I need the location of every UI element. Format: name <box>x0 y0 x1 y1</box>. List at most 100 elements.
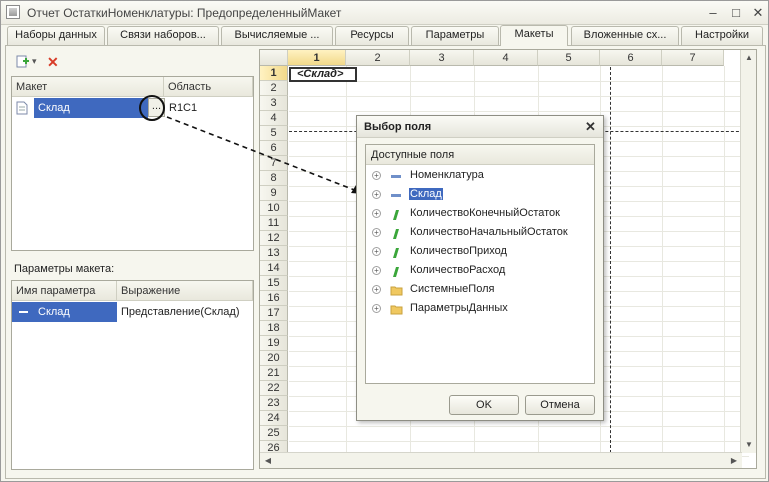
sheet-row-header[interactable]: 23 <box>260 396 288 411</box>
sheet-column-header[interactable]: 4 <box>474 50 538 66</box>
report-window: Отчет ОстаткиНоменклатуры: Предопределен… <box>0 0 769 482</box>
expand-icon[interactable]: + <box>372 247 381 256</box>
column-header-expression[interactable]: Выражение <box>117 281 253 301</box>
expand-icon[interactable]: + <box>372 228 381 237</box>
fields-header: Доступные поля <box>366 145 594 165</box>
sheet-row-header[interactable]: 16 <box>260 291 288 306</box>
app-icon <box>6 5 20 19</box>
field-label: КоличествоРасход <box>410 264 506 276</box>
params-label: Параметры макета: <box>14 263 115 275</box>
sheet-column-header[interactable]: 7 <box>662 50 724 66</box>
sheet-row-header[interactable]: 21 <box>260 366 288 381</box>
vertical-scrollbar[interactable]: ▲ ▼ <box>740 50 756 453</box>
sheet-row-header[interactable]: 20 <box>260 351 288 366</box>
tab-resources[interactable]: Ресурсы <box>335 26 409 45</box>
expand-icon[interactable]: + <box>372 171 381 180</box>
sheet-grid-line <box>289 96 749 97</box>
field-label: Номенклатура <box>410 169 484 181</box>
sheet-grid-line <box>289 426 749 427</box>
sheet-row-header[interactable]: 22 <box>260 381 288 396</box>
sheet-row-header[interactable]: 12 <box>260 231 288 246</box>
sheet-row-header[interactable]: 24 <box>260 411 288 426</box>
minimize-button[interactable]: – <box>704 4 722 22</box>
sheet-row-header[interactable]: 11 <box>260 216 288 231</box>
field-row[interactable]: + СистемныеПоля <box>366 281 594 300</box>
tab-bar: Наборы данных Связи наборов... Вычисляем… <box>5 25 766 46</box>
field-row[interactable]: + ПараметрыДанных <box>366 300 594 319</box>
maximize-button[interactable]: □ <box>727 4 745 22</box>
dialog-title-bar: Выбор поля ✕ <box>357 116 603 138</box>
layout-name-cell[interactable]: Склад <box>34 98 148 118</box>
callout-arrow <box>166 116 363 194</box>
horizontal-scrollbar[interactable]: ◀ ▶ <box>260 452 742 468</box>
title-bar: Отчет ОстаткиНоменклатуры: Предопределен… <box>1 1 768 25</box>
dimension-icon <box>390 171 402 184</box>
sheet-column-header[interactable]: 5 <box>538 50 600 66</box>
sheet-column-header[interactable]: 3 <box>410 50 474 66</box>
column-header-area[interactable]: Область <box>164 77 253 97</box>
add-icon <box>16 55 29 68</box>
delete-button[interactable]: ✕ <box>47 54 59 71</box>
sheet-grid-line <box>289 441 749 442</box>
sheet-row-header[interactable]: 17 <box>260 306 288 321</box>
page-break-vertical <box>610 67 611 453</box>
dialog-close-button[interactable]: ✕ <box>585 119 596 135</box>
expand-icon[interactable]: + <box>372 304 381 313</box>
field-label: ПараметрыДанных <box>410 302 508 314</box>
scroll-up-icon[interactable]: ▲ <box>741 50 756 66</box>
field-label: Склад <box>409 188 443 200</box>
sheet-column-header[interactable]: 6 <box>600 50 662 66</box>
sheet-row-header[interactable]: 3 <box>260 96 288 111</box>
sheet-row-header[interactable]: 25 <box>260 426 288 441</box>
sheet-row-header[interactable]: 18 <box>260 321 288 336</box>
sheet-corner <box>260 50 288 66</box>
expand-icon[interactable]: + <box>372 209 381 218</box>
sheet-row-header[interactable]: 10 <box>260 201 288 216</box>
params-table: Имя параметра Выражение Склад Представле… <box>11 280 254 470</box>
dialog-title: Выбор поля <box>364 121 432 133</box>
add-button[interactable] <box>16 55 30 71</box>
expand-icon[interactable]: + <box>372 190 381 199</box>
tab-nested-schemes[interactable]: Вложенные сх... <box>571 26 679 45</box>
resource-icon <box>390 209 402 224</box>
sheet-column-header[interactable]: 1 <box>288 50 346 66</box>
sheet-row-header[interactable]: 2 <box>260 81 288 96</box>
expand-icon[interactable]: + <box>372 285 381 294</box>
add-dropdown-icon[interactable]: ▾ <box>32 56 37 67</box>
field-row[interactable]: + КоличествоНачальныйОстаток <box>366 224 594 243</box>
window-title: Отчет ОстаткиНоменклатуры: Предопределен… <box>27 6 342 20</box>
field-row[interactable]: + КоличествоКонечныйОстаток <box>366 205 594 224</box>
sheet-column-header[interactable]: 2 <box>346 50 410 66</box>
scroll-down-icon[interactable]: ▼ <box>741 437 756 453</box>
available-fields-tree: Доступные поля + Номенклатура + Склад + Колич… <box>365 144 595 384</box>
tab-set-links[interactable]: Связи наборов... <box>107 26 219 45</box>
scroll-right-icon[interactable]: ▶ <box>726 453 742 468</box>
sheet-cell-r1c1[interactable]: <Склад> <box>289 67 357 82</box>
column-header-param-name[interactable]: Имя параметра <box>12 281 117 301</box>
sheet-grid-line <box>289 81 749 82</box>
field-row[interactable]: + КоличествоПриход <box>366 243 594 262</box>
tab-settings[interactable]: Настройки <box>681 26 763 45</box>
sheet-row-header[interactable]: 15 <box>260 276 288 291</box>
param-expression-cell[interactable]: Представление(Склад) <box>117 302 253 322</box>
field-row[interactable]: + Номенклатура <box>366 167 594 186</box>
field-row[interactable]: + Склад <box>366 186 594 205</box>
tab-calculated[interactable]: Вычисляемые ... <box>221 26 333 45</box>
tab-data-sets[interactable]: Наборы данных <box>7 26 105 45</box>
layout-row-icon <box>12 98 34 118</box>
field-row[interactable]: + КоличествоРасход <box>366 262 594 281</box>
sheet-row-header[interactable]: 14 <box>260 261 288 276</box>
field-label: КоличествоНачальныйОстаток <box>410 226 568 238</box>
expand-icon[interactable]: + <box>372 266 381 275</box>
sheet-row-header[interactable]: 19 <box>260 336 288 351</box>
sheet-row-header[interactable]: 13 <box>260 246 288 261</box>
resource-icon <box>390 247 402 262</box>
scroll-left-icon[interactable]: ◀ <box>260 453 276 468</box>
sheet-row-header[interactable]: 1 <box>260 66 288 81</box>
tab-parameters[interactable]: Параметры <box>411 26 499 45</box>
close-button[interactable]: ✕ <box>749 4 767 22</box>
folder-icon <box>390 285 403 299</box>
ok-button[interactable]: OK <box>449 395 519 415</box>
cancel-button[interactable]: Отмена <box>525 395 595 415</box>
tab-layouts[interactable]: Макеты <box>500 25 568 46</box>
